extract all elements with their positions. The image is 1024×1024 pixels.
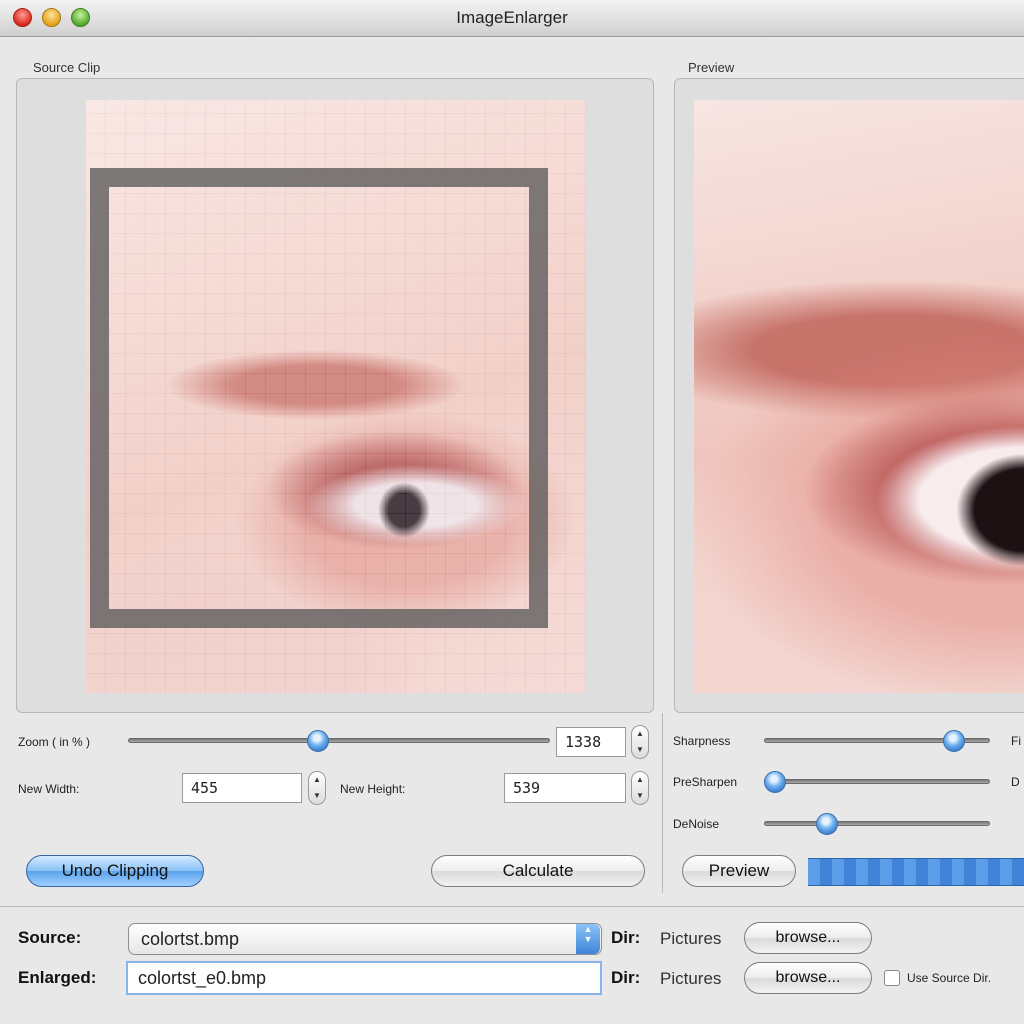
- use-source-dir-label: Use Source Dir.: [907, 971, 992, 985]
- zoom-label: Zoom ( in % ): [18, 735, 91, 749]
- undo-clipping-button[interactable]: Undo Clipping: [26, 855, 204, 887]
- popup-arrows-icon[interactable]: ▲ ▼: [576, 924, 600, 954]
- sharpness-slider-thumb[interactable]: [942, 730, 965, 752]
- stepper-up-icon[interactable]: ▲: [632, 726, 648, 742]
- stepper-up-icon[interactable]: ▲: [632, 772, 648, 788]
- zoom-stepper[interactable]: ▲ ▼: [631, 725, 649, 759]
- sharpness-label: Sharpness: [673, 734, 731, 748]
- denoise-label: DeNoise: [673, 817, 720, 831]
- zoom-slider-track[interactable]: [128, 738, 550, 743]
- enlarged-dir-label: Dir:: [611, 968, 641, 987]
- truncated-label: Fi: [1011, 734, 1021, 748]
- preview-label: Preview: [688, 60, 735, 75]
- new-width-label: New Width:: [18, 782, 80, 796]
- new-height-field[interactable]: 539: [504, 773, 626, 803]
- enlarged-label: Enlarged:: [18, 968, 97, 987]
- enlarged-file-field[interactable]: colortst_e0.bmp: [126, 961, 602, 995]
- calculate-button[interactable]: Calculate: [431, 855, 645, 887]
- enlarged-dir-value: Pictures: [660, 969, 722, 988]
- clip-selection-frame[interactable]: [90, 168, 548, 628]
- window-title: ImageEnlarger: [456, 8, 568, 27]
- source-file-select[interactable]: colortst.bmp: [128, 923, 602, 955]
- truncated-label-2: D: [1011, 775, 1020, 789]
- use-source-dir-checkbox[interactable]: [884, 970, 900, 986]
- new-height-stepper[interactable]: ▲ ▼: [631, 771, 649, 805]
- source-browse-button[interactable]: browse...: [744, 922, 872, 954]
- preview-button[interactable]: Preview: [682, 855, 796, 887]
- denoise-slider-thumb[interactable]: [816, 813, 839, 835]
- preview-image: [694, 100, 1024, 693]
- zoom-slider-thumb[interactable]: [306, 730, 329, 752]
- vertical-divider: [662, 713, 663, 893]
- new-width-field[interactable]: 455: [182, 773, 302, 803]
- stepper-up-icon[interactable]: ▲: [309, 772, 325, 788]
- stepper-down-icon[interactable]: ▼: [309, 788, 325, 804]
- new-width-stepper[interactable]: ▲ ▼: [308, 771, 326, 805]
- stepper-down-icon[interactable]: ▼: [632, 788, 648, 804]
- denoise-slider-track[interactable]: [764, 821, 990, 826]
- source-clip-label: Source Clip: [33, 60, 101, 75]
- horizontal-divider: [0, 906, 1024, 907]
- progress-bar: [808, 858, 1024, 886]
- source-dir-label: Dir:: [611, 928, 641, 947]
- source-dir-value: Pictures: [660, 929, 722, 948]
- new-height-label: New Height:: [340, 782, 406, 796]
- enlarged-browse-button[interactable]: browse...: [744, 962, 872, 994]
- stepper-down-icon[interactable]: ▼: [632, 742, 648, 758]
- source-file-value: colortst.bmp: [141, 929, 240, 949]
- zoom-field[interactable]: 1338: [556, 727, 626, 757]
- source-label: Source:: [18, 928, 82, 947]
- presharpen-slider-thumb[interactable]: [764, 771, 787, 793]
- presharpen-slider-track[interactable]: [764, 779, 990, 784]
- presharpen-label: PreSharpen: [673, 775, 738, 789]
